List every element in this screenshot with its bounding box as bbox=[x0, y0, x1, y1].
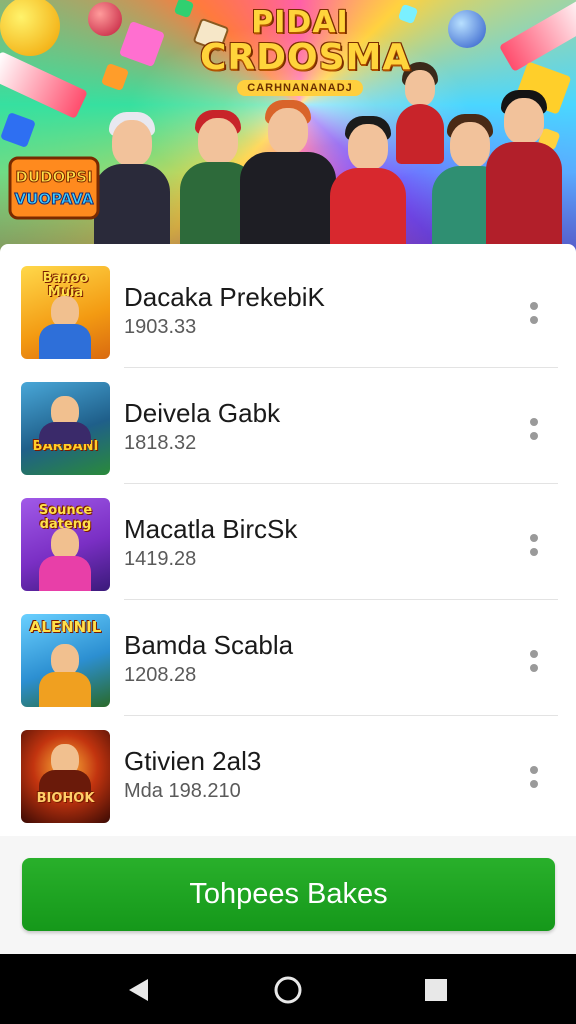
list-item[interactable]: BARBANI Deivela Gabk 1818.32 bbox=[0, 368, 576, 484]
more-options-icon[interactable] bbox=[520, 644, 548, 680]
more-options-icon[interactable] bbox=[520, 296, 548, 332]
svg-text:DUDOPSI: DUDOPSI bbox=[15, 168, 92, 186]
more-options-icon[interactable] bbox=[520, 412, 548, 448]
decorative-ball-icon bbox=[88, 2, 122, 36]
app-meta: 1419.28 bbox=[124, 548, 197, 570]
decorative-ribbon bbox=[0, 51, 88, 119]
app-thumbnail: BARBANI bbox=[21, 382, 110, 475]
list-item[interactable]: BIOHOK Gtivien 2al3 Mda 198.210 bbox=[0, 716, 576, 832]
hero-banner[interactable]: PIDAI CRDOSMA CARHNANANADJ DUDOPSI VUOPA… bbox=[0, 0, 576, 262]
list-item[interactable]: Banoo Muia Dacaka PrekebiK 1903.33 bbox=[0, 252, 576, 368]
back-triangle-icon[interactable] bbox=[124, 974, 156, 1006]
more-options-icon[interactable] bbox=[520, 760, 548, 796]
app-name: Deivela Gabk bbox=[124, 398, 281, 428]
game-title-line-2: CRDOSMA bbox=[200, 37, 412, 78]
decorative-cube-icon bbox=[173, 0, 195, 19]
game-title-line-1: PIDAI bbox=[251, 5, 349, 40]
app-name: Macatla BircSk bbox=[124, 514, 298, 544]
app-name: Bamda Scabla bbox=[124, 630, 294, 660]
app-thumbnail: BIOHOK bbox=[21, 730, 110, 823]
list-item[interactable]: ALENNIL Bamda Scabla 1208.28 bbox=[0, 600, 576, 716]
app-meta: Mda 198.210 bbox=[124, 780, 241, 802]
decorative-ball-icon bbox=[0, 0, 60, 56]
game-title: PIDAI CRDOSMA CARHNANANADJ bbox=[200, 5, 412, 96]
decorative-cube-icon bbox=[118, 20, 166, 68]
app-thumbnail: Sounce dateng bbox=[21, 498, 110, 591]
character-figure bbox=[92, 112, 172, 262]
game-list: Banoo Muia Dacaka PrekebiK 1903.33 BARBA… bbox=[0, 252, 576, 832]
app-meta: 1208.28 bbox=[124, 664, 197, 686]
decorative-cube-icon bbox=[397, 3, 419, 25]
character-figure bbox=[240, 100, 336, 262]
more-options-icon[interactable] bbox=[520, 528, 548, 564]
character-figure bbox=[484, 90, 564, 262]
decorative-cube-icon bbox=[0, 112, 36, 148]
primary-action-button[interactable]: Tohpees Bakes bbox=[22, 858, 555, 931]
decorative-ribbon bbox=[498, 0, 576, 72]
home-circle-icon[interactable] bbox=[272, 974, 304, 1006]
system-navigation-bar bbox=[0, 954, 576, 1024]
app-meta: 1903.33 bbox=[124, 316, 197, 338]
game-subtitle: CARHNANANADJ bbox=[237, 80, 363, 96]
recents-square-icon[interactable] bbox=[420, 974, 452, 1006]
app-meta: 1818.32 bbox=[124, 432, 197, 454]
banner-mini-logo: DUDOPSI VUOPAVA bbox=[8, 156, 100, 220]
app-thumbnail: ALENNIL bbox=[21, 614, 110, 707]
app-name: Dacaka PrekebiK bbox=[124, 282, 325, 312]
decorative-cube-icon bbox=[100, 62, 130, 92]
list-item[interactable]: Sounce dateng Macatla BircSk 1419.28 bbox=[0, 484, 576, 600]
svg-text:VUOPAVA: VUOPAVA bbox=[15, 190, 94, 208]
decorative-ball-icon bbox=[448, 10, 486, 48]
app-name: Gtivien 2al3 bbox=[124, 746, 262, 776]
app-thumbnail: Banoo Muia bbox=[21, 266, 110, 359]
